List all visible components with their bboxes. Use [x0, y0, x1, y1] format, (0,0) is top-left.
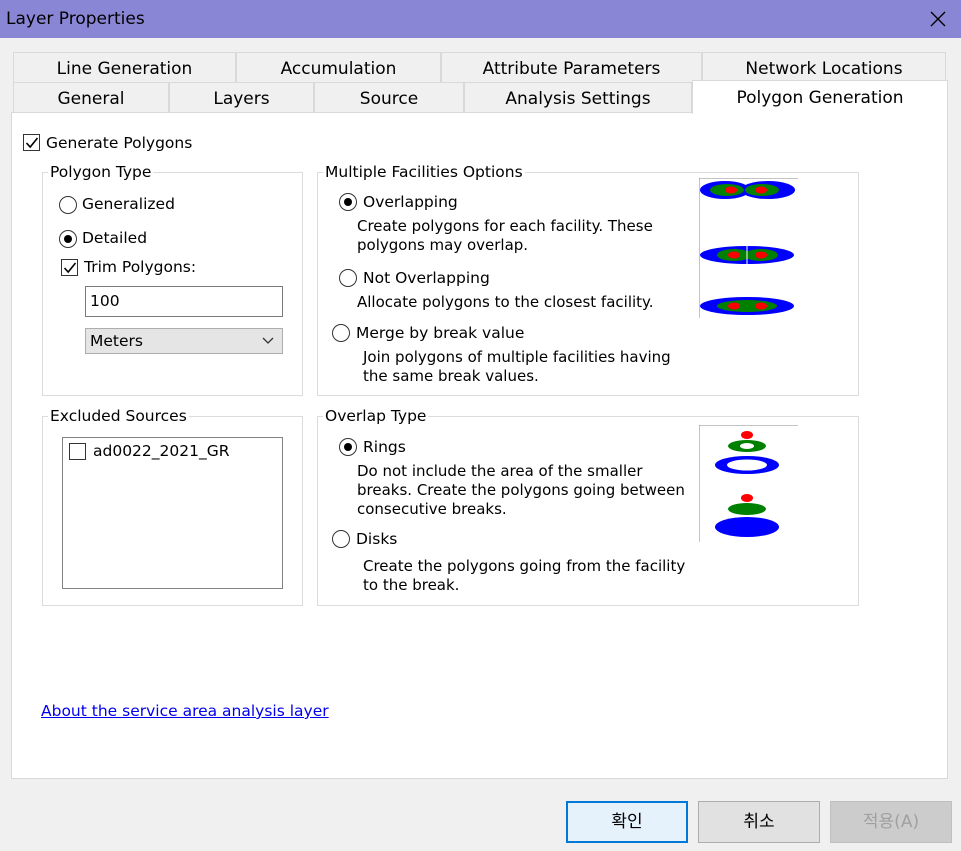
not-overlapping-label: Not Overlapping: [363, 269, 490, 287]
trim-polygons-checkbox[interactable]: [61, 259, 78, 276]
window-title: Layer Properties: [6, 9, 145, 29]
close-button[interactable]: [915, 0, 961, 38]
tab-network-locations[interactable]: Network Locations: [702, 52, 946, 83]
tab-polygon-generation[interactable]: Polygon Generation: [692, 80, 948, 114]
not-overlapping-radio[interactable]: [339, 269, 357, 287]
tab-source[interactable]: Source: [314, 82, 464, 113]
rings-description: Do not include the area of the smaller b…: [357, 462, 685, 518]
rings-radio[interactable]: [339, 438, 357, 456]
merge-by-break-description: Join polygons of multiple facilities hav…: [363, 348, 671, 385]
generalized-label: Generalized: [82, 195, 175, 213]
excluded-source-checkbox[interactable]: [69, 443, 86, 460]
rings-label: Rings: [363, 438, 406, 456]
multiple-facilities-preview: [698, 177, 798, 318]
overlap-type-preview: [698, 424, 798, 542]
trim-polygons-label: Trim Polygons:: [84, 258, 197, 276]
not-overlapping-description: Allocate polygons to the closest facilit…: [357, 293, 654, 311]
overlapping-radio[interactable]: [339, 193, 357, 211]
excluded-sources-title: Excluded Sources: [48, 407, 189, 425]
detailed-radio[interactable]: [59, 230, 77, 248]
rings-disks-illustration: [698, 424, 798, 542]
tab-line-generation[interactable]: Line Generation: [13, 52, 236, 83]
disks-radio[interactable]: [332, 530, 350, 548]
disks-label: Disks: [356, 530, 398, 548]
tab-general[interactable]: General: [13, 82, 169, 113]
overlapping-description: Create polygons for each facility. These…: [357, 217, 653, 254]
polygon-type-title: Polygon Type: [48, 163, 154, 181]
tab-analysis-settings[interactable]: Analysis Settings: [464, 82, 692, 113]
chevron-down-icon: [262, 337, 274, 344]
merge-by-break-radio[interactable]: [332, 324, 350, 342]
generate-polygons-label: Generate Polygons: [46, 134, 193, 152]
close-icon: [930, 11, 946, 27]
checkmark-icon: [25, 137, 39, 149]
facility-polygons-illustration: [698, 177, 798, 318]
excluded-source-label: ad0022_2021_GR: [93, 442, 230, 460]
title-bar: Layer Properties: [0, 0, 961, 38]
tab-accumulation[interactable]: Accumulation: [236, 52, 441, 83]
trim-unit-value: Meters: [90, 332, 143, 350]
overlapping-label: Overlapping: [363, 193, 458, 211]
disks-description: Create the polygons going from the facil…: [363, 557, 686, 594]
multiple-facilities-title: Multiple Facilities Options: [323, 163, 525, 181]
about-service-area-link[interactable]: About the service area analysis layer: [41, 702, 329, 720]
trim-distance-input[interactable]: 100: [85, 286, 283, 317]
tab-attribute-parameters[interactable]: Attribute Parameters: [441, 52, 702, 83]
generalized-radio[interactable]: [59, 196, 77, 214]
excluded-sources-list[interactable]: ad0022_2021_GR: [62, 437, 283, 589]
checkmark-icon: [63, 262, 77, 274]
apply-button[interactable]: 적용(A): [830, 801, 952, 843]
trim-unit-select[interactable]: Meters: [85, 328, 283, 354]
detailed-label: Detailed: [82, 229, 148, 247]
tab-layers[interactable]: Layers: [169, 82, 314, 113]
cancel-button[interactable]: 취소: [698, 801, 820, 843]
ok-button[interactable]: 확인: [566, 801, 688, 843]
merge-by-break-label: Merge by break value: [356, 324, 525, 342]
generate-polygons-checkbox[interactable]: [23, 134, 40, 151]
overlap-type-title: Overlap Type: [323, 407, 429, 425]
